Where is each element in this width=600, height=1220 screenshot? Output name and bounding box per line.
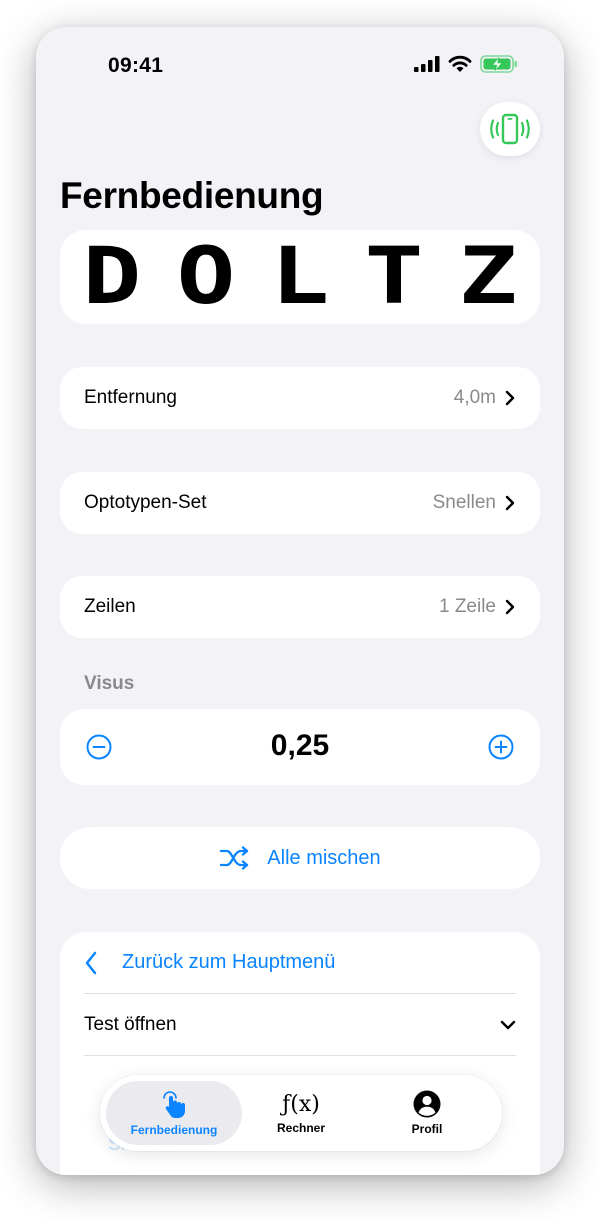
visus-value: 0,25: [270, 729, 330, 762]
chevron-right-icon: [505, 390, 515, 406]
status-icons: [414, 55, 518, 73]
optotype-set-label: Optotypen-Set: [84, 492, 207, 513]
tab-fernbedienung-label: Fernbedienung: [130, 1123, 218, 1137]
device-screen: 09:41 Fernbedienung D O L T Z Entfernung…: [36, 27, 564, 1175]
battery-charging-icon: [480, 55, 517, 73]
status-time: 09:41: [108, 54, 164, 77]
optotype-set-row[interactable]: Optotypen-Set Snellen: [60, 472, 540, 534]
chevron-left-icon: [85, 951, 97, 974]
chevron-right-icon: [505, 495, 515, 511]
optotype-letter: O: [176, 232, 236, 322]
shuffle-icon: [220, 846, 249, 870]
tab-profil[interactable]: Profil: [362, 1081, 492, 1145]
shuffle-all-button[interactable]: Alle mischen: [60, 827, 540, 889]
tab-rechner-label: Rechner: [276, 1121, 326, 1135]
status-bar: 09:41: [36, 27, 564, 107]
tab-rechner[interactable]: ƒ(x) Rechner: [236, 1081, 366, 1145]
function-icon: ƒ(x): [282, 1092, 320, 1117]
cellular-signal-icon: [414, 56, 440, 72]
chevron-right-icon: [505, 599, 515, 615]
optotype-set-value: Snellen: [432, 492, 496, 513]
visus-stepper: 0,25: [60, 709, 540, 785]
phone-vibrate-icon: [490, 113, 530, 145]
chevron-down-icon: [500, 1020, 516, 1029]
optotype-letter: L: [270, 232, 330, 322]
visus-section-label: Visus: [84, 673, 135, 694]
distance-row[interactable]: Entfernung 4,0m: [60, 367, 540, 429]
optotype-letter: D: [82, 232, 142, 322]
connected-device-button[interactable]: [480, 102, 540, 156]
tab-profil-label: Profil: [411, 1122, 443, 1136]
tab-fernbedienung[interactable]: Fernbedienung: [106, 1081, 242, 1145]
wifi-icon: [448, 55, 472, 72]
back-to-main-menu-button[interactable]: Zurück zum Hauptmenü: [84, 932, 516, 994]
plus-circle-icon[interactable]: [488, 734, 514, 760]
back-to-main-menu-label: Zurück zum Hauptmenü: [122, 951, 336, 973]
lines-row[interactable]: Zeilen 1 Zeile: [60, 576, 540, 638]
optotype-letter: Z: [458, 232, 518, 322]
shuffle-all-label: Alle mischen: [267, 846, 381, 869]
page-title: Fernbedienung: [60, 175, 324, 216]
optotype-letter: T: [364, 232, 424, 322]
person-circle-icon: [413, 1090, 441, 1118]
tap-hand-icon: [163, 1091, 185, 1118]
lines-label: Zeilen: [84, 596, 136, 617]
distance-value: 4,0m: [453, 387, 496, 408]
open-test-label: Test öffnen: [84, 1013, 177, 1035]
open-test-dropdown[interactable]: Test öffnen: [84, 994, 516, 1056]
tab-bar: Fernbedienung ƒ(x) Rechner Profil: [100, 1075, 502, 1151]
optotype-preview: D O L T Z: [60, 230, 540, 324]
distance-label: Entfernung: [84, 387, 177, 408]
lines-value: 1 Zeile: [438, 596, 496, 617]
